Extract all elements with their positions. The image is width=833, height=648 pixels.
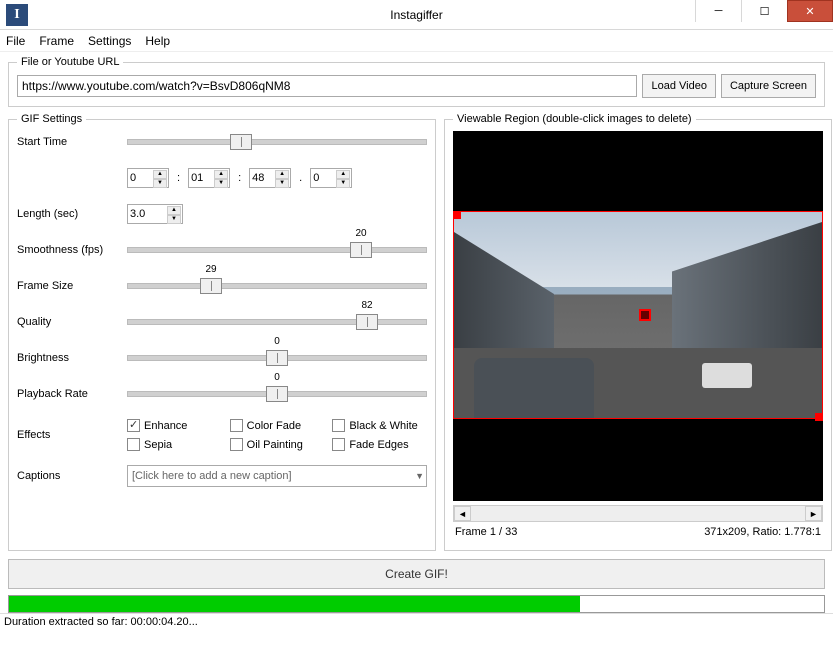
length-label: Length (sec) [17,208,127,220]
crop-handle-tl[interactable] [453,211,461,219]
frame-scrollbar[interactable]: ◄ ► [453,505,823,522]
captions-combo[interactable]: [Click here to add a new caption]▼ [127,465,427,487]
scroll-left-icon[interactable]: ◄ [454,506,471,521]
bw-checkbox[interactable]: Black & White [332,419,427,432]
url-legend: File or Youtube URL [17,56,123,68]
time-seconds[interactable]: 48▲▼ [249,168,291,188]
menubar: File Frame Settings Help [0,30,833,52]
fade-checkbox[interactable]: Fade Edges [332,438,427,451]
length-input[interactable]: 3.0▲▼ [127,204,183,224]
start-time-label: Start Time [17,136,127,148]
time-hours[interactable]: 0▲▼ [127,168,169,188]
progress-bar [8,595,825,613]
gif-legend: GIF Settings [17,113,86,125]
sepia-checkbox[interactable]: Sepia [127,438,222,451]
time-minutes[interactable]: 01▲▼ [188,168,230,188]
selection-marker[interactable] [639,309,651,321]
capture-screen-button[interactable]: Capture Screen [721,74,816,98]
oil-checkbox[interactable]: Oil Painting [230,438,325,451]
status-bar: Duration extracted so far: 00:00:04.20..… [0,613,833,630]
titlebar: I Instagiffer ─ ☐ ✕ [0,0,833,30]
url-group: File or Youtube URL Load Video Capture S… [8,56,825,107]
brightness-slider[interactable]: 0 [127,350,427,366]
time-ms[interactable]: 0▲▼ [310,168,352,188]
close-button[interactable]: ✕ [787,0,833,22]
effects-label: Effects [17,429,127,441]
chevron-down-icon: ▼ [415,471,424,481]
menu-help[interactable]: Help [145,34,170,48]
start-time-slider[interactable] [127,134,427,150]
smoothness-slider[interactable]: 20 [127,242,427,258]
menu-frame[interactable]: Frame [39,34,74,48]
menu-settings[interactable]: Settings [88,34,131,48]
frame-counter: Frame 1 / 33 [455,526,517,538]
dimensions-info: 371x209, Ratio: 1.778:1 [704,526,821,538]
quality-label: Quality [17,316,127,328]
viewable-legend: Viewable Region (double-click images to … [453,113,696,125]
video-frame[interactable] [453,211,823,419]
playback-rate-label: Playback Rate [17,388,127,400]
enhance-checkbox[interactable]: Enhance [127,419,222,432]
captions-label: Captions [17,470,127,482]
minimize-button[interactable]: ─ [695,0,741,22]
viewable-region-group: Viewable Region (double-click images to … [444,113,832,551]
smoothness-label: Smoothness (fps) [17,244,127,256]
create-gif-button[interactable]: Create GIF! [8,559,825,589]
gif-settings-group: GIF Settings Start Time 0▲▼ : 01▲▼ : 48▲… [8,113,436,551]
app-icon: I [6,4,28,26]
menu-file[interactable]: File [6,34,25,48]
brightness-label: Brightness [17,352,127,364]
maximize-button[interactable]: ☐ [741,0,787,22]
url-input[interactable] [17,75,637,97]
colorfade-checkbox[interactable]: Color Fade [230,419,325,432]
scroll-right-icon[interactable]: ► [805,506,822,521]
crop-handle-br[interactable] [815,413,823,421]
frame-size-label: Frame Size [17,280,127,292]
load-video-button[interactable]: Load Video [642,74,715,98]
preview-area[interactable] [453,131,823,501]
frame-size-slider[interactable]: 29 [127,278,427,294]
quality-slider[interactable]: 82 [127,314,427,330]
playback-rate-slider[interactable]: 0 [127,386,427,402]
